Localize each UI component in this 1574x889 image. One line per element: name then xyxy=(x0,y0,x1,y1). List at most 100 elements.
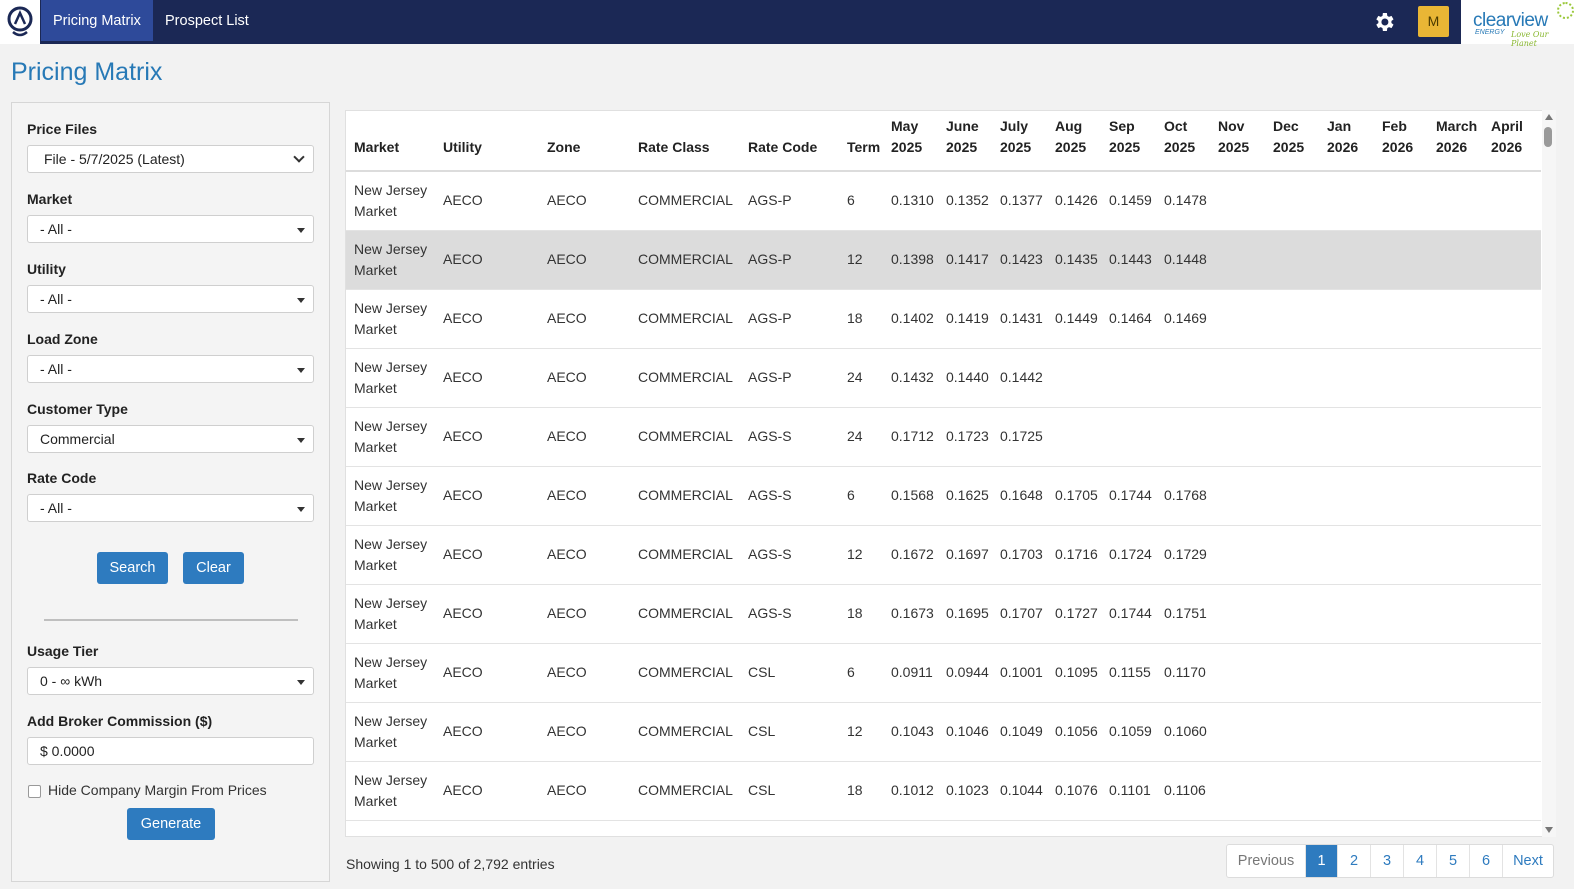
search-button[interactable]: Search xyxy=(97,552,168,584)
column-header[interactable]: July 2025 xyxy=(992,111,1047,172)
column-header[interactable]: April 2026 xyxy=(1483,111,1541,172)
table-row[interactable]: New Jersey Market AECO AECO COMMERCIAL AGS-S 2… xyxy=(346,407,1541,467)
table-row[interactable]: New Jersey Market AECO AECO COMMERCIAL AGS-P 1… xyxy=(346,289,1541,349)
price-files-select[interactable]: File - 5/7/2025 (Latest) xyxy=(27,145,314,173)
column-header[interactable]: Aug 2025 xyxy=(1047,111,1101,172)
column-header[interactable]: Feb 2026 xyxy=(1374,111,1428,172)
table-row[interactable]: New Jersey Market AECO AECO COMMERCIAL CSL 18 0… xyxy=(346,761,1541,821)
table-row[interactable]: New Jersey Market AECO AECO COMMERCIAL AGS-P 6… xyxy=(346,171,1541,231)
cell-price xyxy=(1265,820,1319,836)
customer-type-select[interactable]: Commercial xyxy=(27,425,314,453)
column-header[interactable]: Oct 2025 xyxy=(1156,111,1210,172)
cell-price xyxy=(1428,702,1483,762)
table-row[interactable]: New Jersey xyxy=(346,820,1541,836)
table-header-row: Market Utility Zone Rate Class Rate Code Term… xyxy=(346,111,1541,172)
column-header-line2: 2025 xyxy=(1164,139,1196,155)
price-files-label: Price Files xyxy=(27,121,98,137)
column-header[interactable]: June 2025 xyxy=(938,111,992,172)
page-link[interactable]: 5 xyxy=(1436,845,1469,877)
market-select[interactable]: - All - xyxy=(27,215,314,243)
clear-button[interactable]: Clear xyxy=(183,552,244,584)
cell-rate-class: COMMERCIAL xyxy=(630,525,740,585)
column-header-line2: 2025 xyxy=(1109,139,1141,155)
rate-code-select[interactable]: - All - xyxy=(27,494,314,522)
cell-price xyxy=(1319,525,1374,585)
page-link[interactable]: 1 xyxy=(1305,845,1337,877)
cell-market: New Jersey Market xyxy=(346,171,435,231)
cell-price xyxy=(883,820,938,836)
column-header[interactable]: Utility xyxy=(435,111,539,172)
page-link[interactable]: 4 xyxy=(1403,845,1436,877)
cell-price: 0.1705 xyxy=(1047,466,1101,526)
page-link[interactable]: 6 xyxy=(1469,845,1502,877)
column-header[interactable]: May 2025 xyxy=(883,111,938,172)
cell-price xyxy=(1319,584,1374,644)
column-header[interactable]: Nov 2025 xyxy=(1210,111,1265,172)
app-logo[interactable] xyxy=(0,0,40,44)
utility-select[interactable]: - All - xyxy=(27,285,314,313)
user-avatar[interactable]: M xyxy=(1418,6,1449,37)
column-header[interactable]: Zone xyxy=(539,111,630,172)
broker-commission-input[interactable]: $ 0.0000 xyxy=(27,737,314,765)
cell-price: 0.1046 xyxy=(938,702,992,762)
page-link[interactable]: 2 xyxy=(1337,845,1370,877)
cell-market: New Jersey xyxy=(346,820,435,836)
column-header[interactable]: Market xyxy=(346,111,435,172)
cell-price xyxy=(1319,702,1374,762)
cell-price xyxy=(1319,289,1374,349)
generate-button[interactable]: Generate xyxy=(127,808,215,840)
cell-price: 0.1448 xyxy=(1156,230,1210,290)
sun-icon xyxy=(1557,2,1574,19)
table-row[interactable]: New Jersey Market AECO AECO COMMERCIAL CSL 6 0.… xyxy=(346,643,1541,703)
cell-price: 0.1423 xyxy=(992,230,1047,290)
table-row[interactable]: New Jersey Market AECO AECO COMMERCIAL CSL 12 0… xyxy=(346,702,1541,762)
column-header-line1: Nov xyxy=(1218,118,1245,134)
column-header[interactable]: Rate Class xyxy=(630,111,740,172)
tab-prospect-list[interactable]: Prospect List xyxy=(153,0,261,41)
cell-price: 0.1431 xyxy=(992,289,1047,349)
cell-price: 0.1449 xyxy=(1047,289,1101,349)
column-header-line2: 2025 xyxy=(1000,139,1032,155)
scroll-thumb[interactable] xyxy=(1544,127,1552,147)
page-link[interactable]: 3 xyxy=(1370,845,1403,877)
page-link[interactable]: Next xyxy=(1502,845,1553,877)
cell-price xyxy=(1265,761,1319,821)
entries-info: Showing 1 to 500 of 2,792 entries xyxy=(346,856,555,872)
caret-down-icon xyxy=(297,228,305,233)
cell-price: 0.1695 xyxy=(938,584,992,644)
table-row[interactable]: New Jersey Market AECO AECO COMMERCIAL AGS-P 2… xyxy=(346,348,1541,408)
gear-icon[interactable] xyxy=(1372,10,1396,34)
cell-price: 0.1377 xyxy=(992,171,1047,231)
tab-pricing-matrix[interactable]: Pricing Matrix xyxy=(41,0,153,41)
table-row[interactable]: New Jersey Market AECO AECO COMMERCIAL AGS-P 1… xyxy=(346,230,1541,290)
cell-rate-code: CSL xyxy=(740,643,839,703)
column-header[interactable]: March 2026 xyxy=(1428,111,1483,172)
column-header-line2: 2026 xyxy=(1491,139,1523,155)
cell-utility: AECO xyxy=(435,466,539,526)
scroll-up-icon[interactable] xyxy=(1545,114,1553,120)
cell-price: 0.1716 xyxy=(1047,525,1101,585)
cell-market: New Jersey Market xyxy=(346,584,435,644)
cell-rate-code: AGS-S xyxy=(740,466,839,526)
cell-market-line1: New Jersey xyxy=(354,653,428,670)
cell-price xyxy=(1265,289,1319,349)
hide-margin-checkbox[interactable] xyxy=(28,785,41,798)
table-body: New Jersey Market AECO AECO COMMERCIAL AGS-P 6… xyxy=(346,171,1541,836)
load-zone-select[interactable]: - All - xyxy=(27,355,314,383)
cell-price xyxy=(1047,407,1101,467)
table-row[interactable]: New Jersey Market AECO AECO COMMERCIAL AGS-S 6… xyxy=(346,466,1541,526)
table-row[interactable]: New Jersey Market AECO AECO COMMERCIAL AGS-S 1… xyxy=(346,584,1541,644)
column-header[interactable]: Term xyxy=(839,111,883,172)
column-header[interactable]: Rate Code xyxy=(740,111,839,172)
usage-tier-select[interactable]: 0 - ∞ kWh xyxy=(27,667,314,695)
cell-price: 0.1402 xyxy=(883,289,938,349)
column-header[interactable]: Sep 2025 xyxy=(1101,111,1156,172)
table-scrollbar[interactable] xyxy=(1542,110,1556,837)
scroll-down-icon[interactable] xyxy=(1545,827,1553,833)
column-header[interactable]: Jan 2026 xyxy=(1319,111,1374,172)
column-header[interactable]: Dec 2025 xyxy=(1265,111,1319,172)
table-row[interactable]: New Jersey Market AECO AECO COMMERCIAL AGS-S 1… xyxy=(346,525,1541,585)
cell-price: 0.1459 xyxy=(1101,171,1156,231)
cell-term: 18 xyxy=(839,761,883,821)
cell-market-line1: New Jersey xyxy=(354,240,428,257)
